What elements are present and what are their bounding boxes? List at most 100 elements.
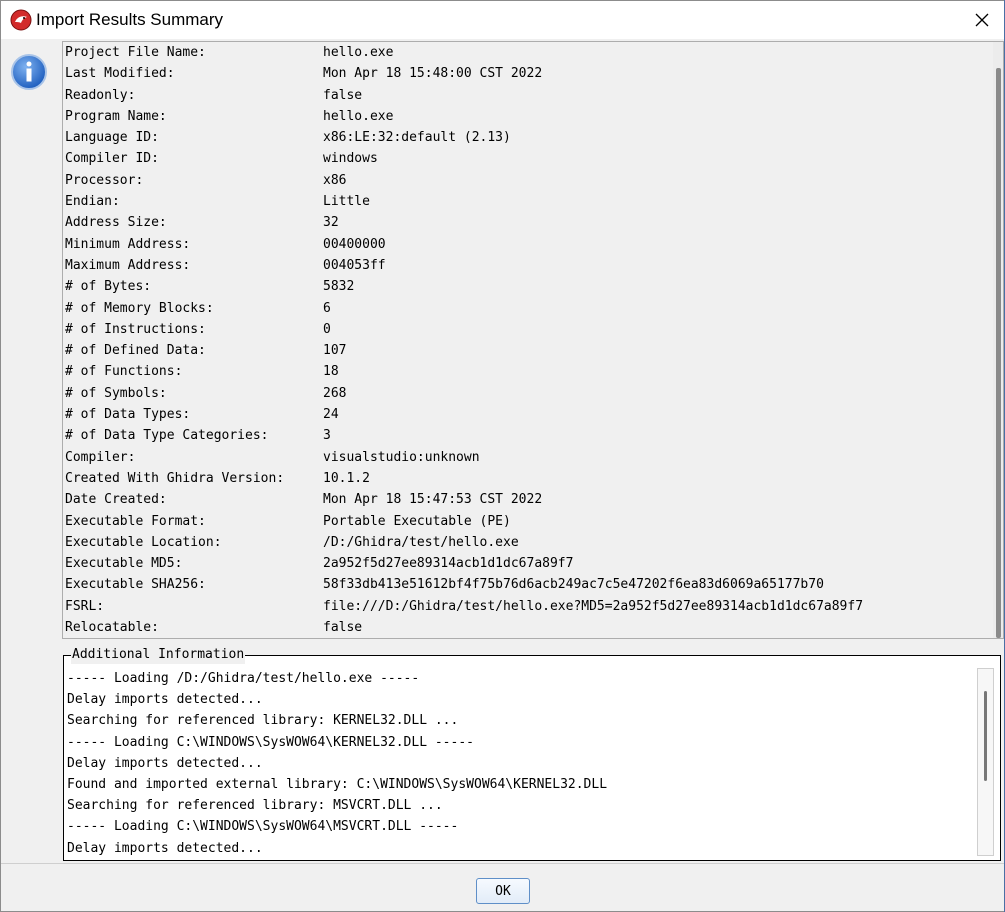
additional-info-scrollbar-thumb[interactable]	[984, 691, 987, 781]
summary-value: Portable Executable (PE)	[323, 513, 511, 529]
summary-key: Executable Location:	[65, 534, 222, 550]
summary-row: # of Functions: 18	[65, 361, 863, 382]
footer-divider	[1, 863, 1004, 864]
summary-row: Relocatable: false	[65, 617, 863, 638]
summary-panel[interactable]: Project File Name: hello.exe Last Modified…	[62, 41, 1004, 639]
summary-key: Compiler:	[65, 449, 136, 465]
summary-key: Date Created:	[65, 492, 167, 508]
summary-key: Relocatable:	[65, 620, 159, 636]
title-bar[interactable]: Import Results Summary	[1, 1, 1004, 39]
close-icon	[975, 13, 989, 27]
summary-row: Project File Name: hello.exe	[65, 42, 863, 63]
summary-row: Created With Ghidra Version: 10.1.2	[65, 468, 863, 489]
summary-key: # of Data Types:	[65, 407, 191, 423]
summary-value: windows	[323, 151, 378, 167]
additional-info-scrollbar[interactable]	[977, 668, 994, 856]
summary-row: Maximum Address: 004053ff	[65, 255, 863, 276]
log-line: Delay imports detected...	[67, 755, 263, 771]
summary-value: 3	[323, 428, 331, 444]
info-icon	[11, 54, 47, 90]
summary-value: /D:/Ghidra/test/hello.exe	[323, 534, 519, 550]
summary-value: 6	[323, 300, 331, 316]
summary-row: Executable MD5: 2a952f5d27ee89314acb1d1dc…	[65, 553, 863, 574]
summary-row: Endian: Little	[65, 191, 863, 212]
summary-key: # of Instructions:	[65, 321, 206, 337]
log-line: Searching for referenced library: KERNEL…	[67, 713, 459, 729]
summary-row: Program Name: hello.exe	[65, 106, 863, 127]
summary-row: Last Modified: Mon Apr 18 15:48:00 CST 20…	[65, 63, 863, 84]
summary-value: 00400000	[323, 236, 386, 252]
summary-row: Minimum Address: 00400000	[65, 234, 863, 255]
summary-value: Little	[323, 194, 370, 210]
log-line: Delay imports detected...	[67, 692, 263, 708]
summary-value: Mon Apr 18 15:47:53 CST 2022	[323, 492, 543, 508]
additional-info-legend: Additional Information	[71, 646, 246, 664]
summary-row: Compiler: visualstudio:unknown	[65, 447, 863, 468]
ghidra-dragon-icon	[10, 9, 32, 31]
summary-row: # of Instructions: 0	[65, 319, 863, 340]
log-line: Delay imports detected...	[67, 840, 263, 856]
summary-key: Minimum Address:	[65, 236, 191, 252]
summary-key: Maximum Address:	[65, 257, 191, 273]
import-results-dialog: Import Results Summary Project File Name…	[0, 0, 1005, 912]
summary-value: 5832	[323, 279, 355, 295]
summary-scrollbar[interactable]	[993, 42, 1003, 638]
summary-key: Executable Format:	[65, 513, 206, 529]
additional-info-panel: ----- Loading /D:/Ghidra/test/hello.exe …	[63, 655, 1001, 861]
summary-row: Date Created: Mon Apr 18 15:47:53 CST 202…	[65, 489, 863, 510]
summary-key: # of Memory Blocks:	[65, 300, 214, 316]
summary-key: Compiler ID:	[65, 151, 159, 167]
summary-row: Executable SHA256: 58f33db413e51612bf4f75…	[65, 574, 863, 595]
summary-value: 58f33db413e51612bf4f75b76d6acb249ac7c5e4…	[323, 577, 824, 593]
summary-row: # of Bytes: 5832	[65, 276, 863, 297]
summary-value: 10.1.2	[323, 470, 370, 486]
summary-row: FSRL: file:///D:/Ghidra/test/hello.exe?MD…	[65, 596, 863, 617]
summary-value: x86:LE:32:default (2.13)	[323, 130, 511, 146]
summary-row: Readonly: false	[65, 85, 863, 106]
summary-row: Compiler ID: windows	[65, 148, 863, 169]
log-line: ----- Loading C:\WINDOWS\SysWOW64\MSVCRT…	[67, 819, 459, 835]
summary-table: Project File Name: hello.exe Last Modified…	[65, 42, 863, 638]
log-line: ----- Loading C:\WINDOWS\SysWOW64\KERNEL…	[67, 734, 474, 750]
summary-value: 18	[323, 364, 339, 380]
summary-key: Readonly:	[65, 87, 136, 103]
summary-value: 0	[323, 321, 331, 337]
summary-value: 24	[323, 407, 339, 423]
summary-row: Executable Format: Portable Executable (P…	[65, 511, 863, 532]
summary-value: 268	[323, 385, 347, 401]
summary-key: # of Bytes:	[65, 279, 152, 295]
summary-value: 004053ff	[323, 257, 386, 273]
summary-row: Processor: x86	[65, 170, 863, 191]
summary-row: # of Defined Data: 107	[65, 340, 863, 361]
summary-key: # of Functions:	[65, 364, 183, 380]
summary-row: # of Memory Blocks: 6	[65, 298, 863, 319]
summary-row: # of Data Types: 24	[65, 404, 863, 425]
ok-button[interactable]: OK	[476, 878, 530, 904]
summary-value: file:///D:/Ghidra/test/hello.exe?MD5=2a9…	[323, 598, 864, 614]
summary-value: hello.exe	[323, 45, 394, 60]
summary-scrollbar-thumb[interactable]	[996, 68, 1001, 638]
close-button[interactable]	[960, 1, 1004, 39]
additional-info-log[interactable]: ----- Loading /D:/Ghidra/test/hello.exe …	[67, 668, 975, 856]
summary-key: Endian:	[65, 194, 120, 210]
summary-value: false	[323, 87, 363, 103]
summary-key: FSRL:	[65, 598, 105, 614]
summary-value: visualstudio:unknown	[323, 449, 480, 465]
log-line: Found and imported external library: C:\…	[67, 776, 608, 792]
summary-value: false	[323, 620, 363, 636]
summary-row: Executable Location: /D:/Ghidra/test/hell…	[65, 532, 863, 553]
summary-key: Program Name:	[65, 108, 167, 124]
summary-value: 32	[323, 215, 339, 231]
summary-key: Address Size:	[65, 215, 167, 231]
summary-value: 2a952f5d27ee89314acb1d1dc67a89f7	[323, 556, 574, 572]
summary-key: Project File Name:	[65, 45, 206, 60]
summary-row: # of Data Type Categories: 3	[65, 425, 863, 446]
summary-key: Executable MD5:	[65, 556, 183, 572]
summary-value: Mon Apr 18 15:48:00 CST 2022	[323, 66, 543, 82]
summary-row: Address Size: 32	[65, 212, 863, 233]
summary-key: Language ID:	[65, 130, 159, 146]
dialog-title: Import Results Summary	[36, 10, 224, 29]
log-line: Searching for referenced library: MSVCRT…	[67, 798, 443, 814]
summary-key: Processor:	[65, 172, 144, 188]
log-line: ----- Loading /D:/Ghidra/test/hello.exe …	[67, 671, 420, 686]
